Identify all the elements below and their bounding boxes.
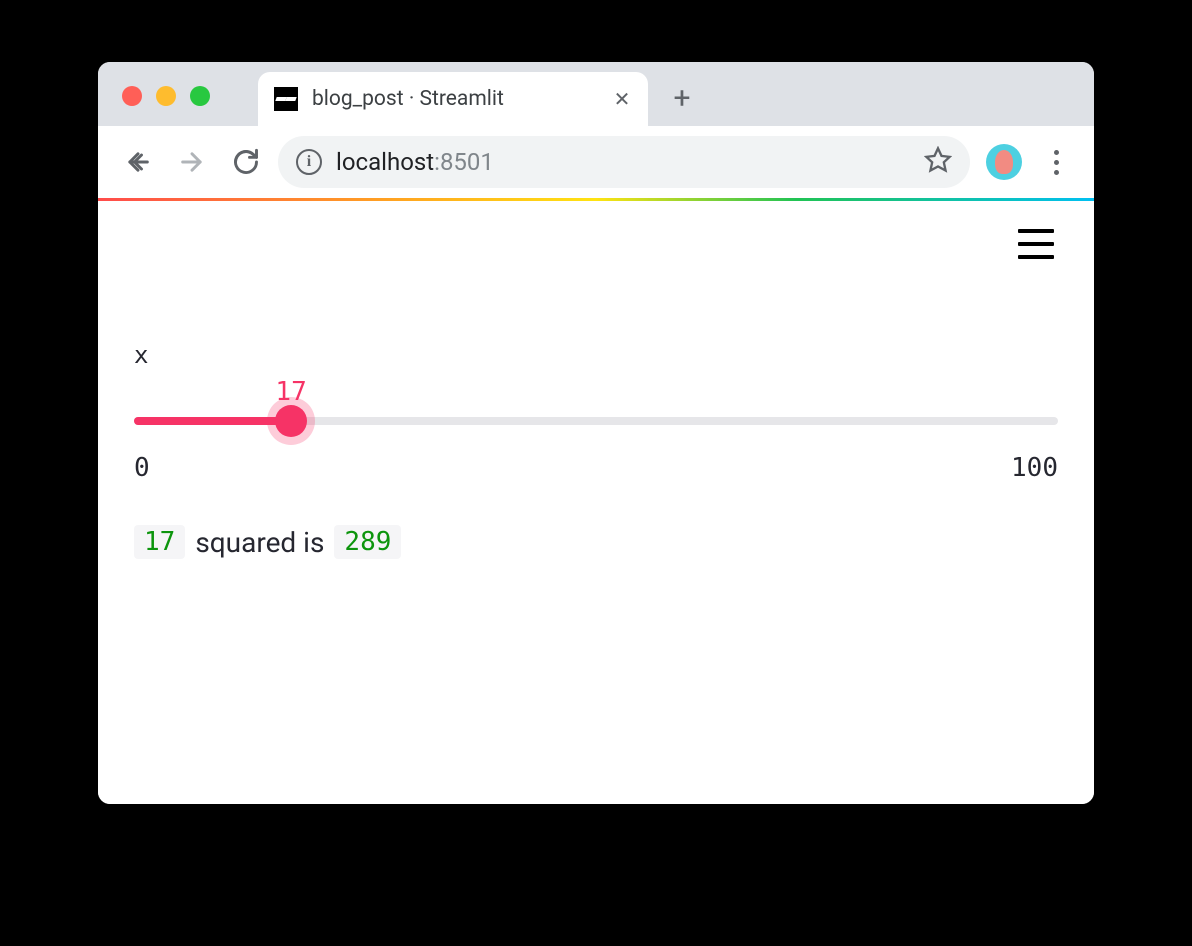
slider-current-value: 17 — [275, 377, 306, 407]
result-text: 17 squared is 289 — [134, 525, 1058, 559]
slider-max-label: 100 — [1011, 453, 1058, 483]
profile-avatar-icon[interactable] — [986, 144, 1022, 180]
result-xsq-chip: 289 — [334, 525, 401, 559]
url-host: localhost — [336, 148, 434, 176]
slider-fill — [134, 417, 291, 425]
browser-window: blog_post · Streamlit ✕ + i localhost:85… — [98, 62, 1094, 804]
toolbar: i localhost:8501 — [98, 126, 1094, 198]
site-info-icon[interactable]: i — [296, 149, 322, 175]
tab-title: blog_post · Streamlit — [312, 87, 598, 111]
app-content: x 17 0 100 17 squared is 289 — [98, 201, 1094, 804]
tab-close-button[interactable]: ✕ — [612, 89, 632, 109]
nav-back-button[interactable] — [116, 140, 160, 184]
window-minimize-button[interactable] — [156, 86, 176, 106]
browser-tab[interactable]: blog_post · Streamlit ✕ — [258, 72, 648, 126]
address-bar[interactable]: i localhost:8501 — [278, 136, 970, 188]
window-controls — [122, 86, 210, 106]
nav-reload-button[interactable] — [224, 140, 268, 184]
url-port: :8501 — [434, 148, 494, 176]
tab-strip: blog_post · Streamlit ✕ + — [98, 62, 1094, 126]
result-x-chip: 17 — [134, 525, 185, 559]
window-close-button[interactable] — [122, 86, 142, 106]
browser-menu-button[interactable] — [1036, 142, 1076, 182]
slider-min-label: 0 — [134, 453, 150, 483]
url-text: localhost:8501 — [336, 148, 910, 176]
slider-thumb[interactable] — [275, 405, 307, 437]
streamlit-favicon-icon — [274, 87, 298, 111]
slider-track-container: 17 — [134, 383, 1058, 443]
slider-label: x — [134, 341, 1058, 369]
new-tab-button[interactable]: + — [660, 76, 704, 120]
bookmark-star-icon[interactable] — [924, 146, 952, 178]
slider-widget: x 17 0 100 — [134, 341, 1058, 483]
result-label: squared is — [195, 526, 324, 559]
slider-range-labels: 0 100 — [134, 453, 1058, 483]
window-fullscreen-button[interactable] — [190, 86, 210, 106]
nav-forward-button[interactable] — [170, 140, 214, 184]
app-menu-button[interactable] — [1018, 229, 1054, 259]
